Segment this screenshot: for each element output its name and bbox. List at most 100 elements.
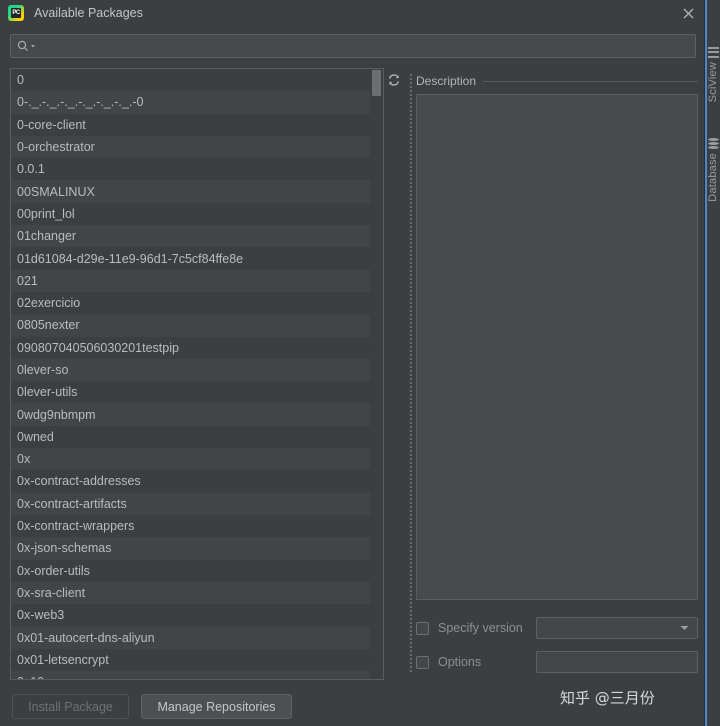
splitter-dot: [410, 414, 412, 416]
package-list-item[interactable]: 0x-contract-artifacts: [11, 492, 371, 515]
search-row: [10, 34, 696, 58]
search-field[interactable]: [10, 34, 696, 58]
splitter-dot: [410, 618, 412, 620]
database-icon: [707, 138, 719, 150]
splitter-dot: [410, 454, 412, 456]
package-list-item[interactable]: 0lever-so: [11, 358, 371, 382]
splitter-dot: [410, 106, 412, 108]
splitter-dot: [410, 542, 412, 544]
package-list-item[interactable]: 02exercicio: [11, 291, 371, 315]
panel-splitter[interactable]: [408, 72, 414, 672]
splitter-dot: [410, 554, 412, 556]
package-list-item[interactable]: 00print_lol: [11, 202, 371, 226]
package-list-item[interactable]: 0805nexter: [11, 314, 371, 337]
package-list-item[interactable]: 00SMALINUX: [11, 180, 371, 203]
splitter-dot: [410, 174, 412, 176]
splitter-dot: [410, 410, 412, 412]
sidebar-item-database[interactable]: Database: [705, 120, 720, 202]
splitter-dot: [410, 578, 412, 580]
splitter-dot: [410, 422, 412, 424]
splitter-dot: [410, 438, 412, 440]
package-list-item[interactable]: 0x01-autocert-dns-aliyun: [11, 626, 371, 649]
splitter-dot: [410, 642, 412, 644]
sidebar-item-sciview[interactable]: SciView: [705, 30, 720, 102]
splitter-dot: [410, 566, 412, 568]
options-checkbox[interactable]: [416, 655, 429, 669]
package-list-item[interactable]: 0-orchestrator: [11, 135, 371, 159]
chevron-down-icon: [680, 626, 689, 630]
package-list-item[interactable]: 0wdg9nbmpm: [11, 403, 371, 426]
package-list-item[interactable]: 0: [11, 69, 371, 92]
package-list-item[interactable]: 021: [11, 269, 371, 292]
package-list-item[interactable]: 0-core-client: [11, 113, 371, 136]
package-list-item[interactable]: 0x-contract-wrappers: [11, 514, 371, 538]
splitter-dot: [410, 526, 412, 528]
package-list-item[interactable]: 0x10c-asm: [11, 671, 371, 679]
splitter-dot: [410, 502, 412, 504]
package-list-item[interactable]: 0lever-utils: [11, 381, 371, 404]
specify-version-row: Specify version: [416, 617, 698, 639]
splitter-dot: [410, 98, 412, 100]
splitter-dot: [410, 102, 412, 104]
package-list-item[interactable]: 0.0.1: [11, 158, 371, 181]
options-row: Options: [416, 651, 698, 673]
description-body[interactable]: [416, 94, 698, 600]
package-list-item[interactable]: 0x: [11, 448, 371, 471]
splitter-dot: [410, 234, 412, 236]
right-tool-strip: SciView Database: [704, 0, 720, 726]
package-list-scrollbar-thumb[interactable]: [372, 70, 381, 96]
package-list-item[interactable]: 0x-contract-addresses: [11, 470, 371, 493]
package-list-item[interactable]: 01changer: [11, 225, 371, 248]
splitter-dot: [410, 558, 412, 560]
splitter-dot: [410, 258, 412, 260]
package-list-item[interactable]: 0x-sra-client: [11, 581, 371, 605]
package-list-item[interactable]: 01d61084-d29e-11e9-96d1-7c5cf84ffe8e: [11, 247, 371, 270]
splitter-dot: [410, 94, 412, 96]
pycharm-icon: PC: [8, 5, 24, 21]
splitter-dot: [410, 198, 412, 200]
splitter-dot: [410, 494, 412, 496]
package-list-item[interactable]: 0x-json-schemas: [11, 537, 371, 560]
splitter-dot: [410, 270, 412, 272]
splitter-dot: [410, 298, 412, 300]
splitter-dot: [410, 626, 412, 628]
package-list-scrollbar[interactable]: [370, 69, 383, 679]
splitter-dot: [410, 650, 412, 652]
splitter-dot: [410, 586, 412, 588]
splitter-dot: [410, 582, 412, 584]
splitter-dot: [410, 570, 412, 572]
splitter-dot: [410, 490, 412, 492]
watermark: 知乎 @三月份: [560, 689, 655, 707]
package-list-item[interactable]: 0x-order-utils: [11, 559, 371, 582]
refresh-packages-button[interactable]: [384, 70, 404, 90]
specify-version-checkbox[interactable]: [416, 621, 429, 635]
pycharm-icon-label: PC: [12, 10, 20, 16]
package-list-item[interactable]: 0wned: [11, 425, 371, 449]
package-list-item[interactable]: 090807040506030201testpip: [11, 336, 371, 359]
splitter-dot: [410, 82, 412, 84]
options-input[interactable]: [536, 651, 698, 673]
package-list-item[interactable]: 0x-web3: [11, 604, 371, 627]
splitter-dot: [410, 222, 412, 224]
splitter-dot: [410, 550, 412, 552]
specify-version-combobox[interactable]: [536, 617, 698, 639]
splitter-dot: [410, 178, 412, 180]
install-package-button[interactable]: Install Package: [12, 694, 129, 719]
package-list-item[interactable]: 0-._.-._.-._.-._.-._.-._.-0: [11, 91, 371, 114]
splitter-dot: [410, 114, 412, 116]
description-separator-line: [483, 80, 698, 82]
package-list-item[interactable]: 0x01-letsencrypt: [11, 648, 371, 672]
available-packages-list[interactable]: 0 0-._.-._.-._.-._.-._.-._.-0 0-core-clien…: [10, 68, 384, 680]
splitter-dot: [410, 434, 412, 436]
splitter-dot: [410, 498, 412, 500]
splitter-dot: [410, 638, 412, 640]
splitter-dot: [410, 574, 412, 576]
close-button[interactable]: [672, 0, 704, 26]
splitter-dot: [410, 278, 412, 280]
search-input[interactable]: [36, 35, 695, 57]
splitter-dot: [410, 462, 412, 464]
splitter-dot: [410, 474, 412, 476]
splitter-dot: [410, 86, 412, 88]
manage-repositories-button[interactable]: Manage Repositories: [141, 694, 292, 719]
sidebar-item-database-label: Database: [707, 153, 719, 202]
